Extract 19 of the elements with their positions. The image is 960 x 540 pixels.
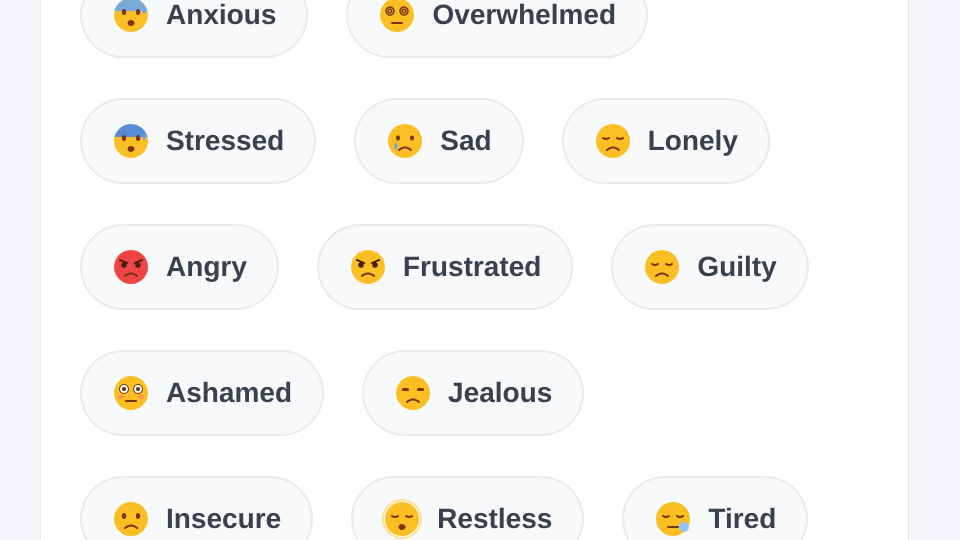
emotion-chip[interactable]: Stressed xyxy=(80,98,316,184)
emotion-chip[interactable]: Tired xyxy=(622,476,808,540)
emotion-chip[interactable]: Overwhelmed xyxy=(346,0,648,58)
emotion-chip[interactable]: Frustrated xyxy=(316,224,574,310)
emoji-face-icon xyxy=(111,373,151,413)
emotion-chip[interactable]: Ashamed xyxy=(80,350,324,436)
emotion-chip[interactable]: Restless xyxy=(351,476,584,540)
emotion-chip[interactable]: Angry xyxy=(80,224,279,310)
emoji-face-icon xyxy=(111,0,151,35)
emoji-face-icon xyxy=(111,499,151,539)
emotion-chip[interactable]: Guilty xyxy=(611,224,809,310)
emoji-face-icon xyxy=(382,499,422,539)
emotion-chip[interactable]: Lonely xyxy=(562,98,770,184)
emotion-chip[interactable]: Insecure xyxy=(80,476,314,540)
emoji-face-icon xyxy=(111,247,151,287)
emoji-face-icon xyxy=(111,121,151,161)
emotion-chip[interactable]: Anxious xyxy=(80,0,308,58)
emotion-chip[interactable]: Jealous xyxy=(362,350,584,436)
emotion-chip[interactable]: Sad xyxy=(354,98,524,184)
